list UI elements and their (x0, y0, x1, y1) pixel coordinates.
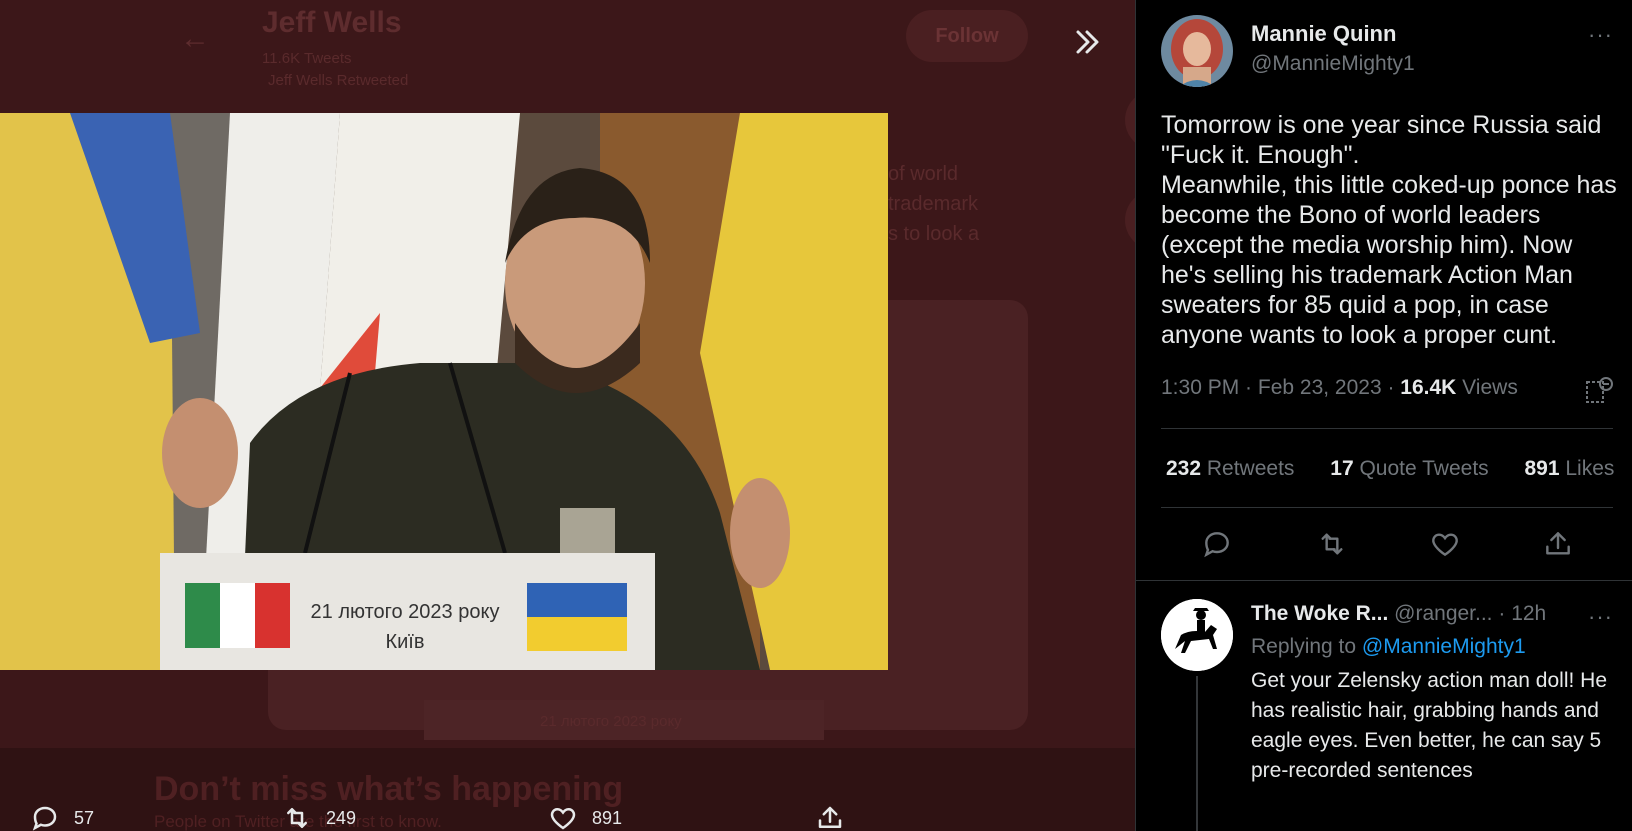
retweet-icon[interactable] (1316, 528, 1348, 560)
media-like-count: 891 (592, 807, 623, 828)
views-label: Views (1456, 376, 1518, 399)
replying-to-link[interactable]: @MannieMighty1 (1362, 635, 1526, 658)
replying-prefix: Replying to (1251, 635, 1362, 658)
podium-caption-line1: 21 лютого 2023 року (311, 601, 500, 623)
divider (1136, 580, 1632, 581)
retweets-count: 232 (1166, 457, 1202, 480)
thread-line (1196, 676, 1198, 831)
author-handle[interactable]: @ManniеMighty1 (1251, 52, 1415, 76)
back-arrow-icon: ← (180, 22, 210, 55)
background-profile-name: Jeff Wells (262, 6, 402, 39)
podium-caption-line2: Київ (385, 631, 424, 653)
replying-to: Replying to @MannieMighty1 (1251, 635, 1526, 659)
media-retweet-button[interactable]: 249 (282, 803, 356, 831)
media-retweet-count: 249 (326, 807, 357, 828)
tweet-timestamp[interactable]: 1:30 PM · Feb 23, 2023 · (1161, 376, 1400, 399)
background-avatar (1125, 190, 1135, 250)
horse-rider-silhouette (1161, 599, 1233, 671)
avatar[interactable] (1161, 15, 1233, 87)
reply-author-name[interactable]: The Woke R... (1251, 602, 1388, 625)
tweet-text: Tomorrow is one year since Russia said "… (1161, 111, 1617, 349)
reply-header: The Woke R... @ranger... · 12h (1251, 602, 1546, 626)
reply-avatar[interactable] (1161, 599, 1233, 671)
share-icon (818, 806, 842, 828)
reply-author-handle[interactable]: @ranger... (1388, 602, 1492, 625)
reply-text: Get your Zelensky action man doll! He ha… (1251, 669, 1607, 782)
media-reply-button[interactable]: 57 (30, 803, 94, 831)
background-follow-button: Follow (906, 10, 1028, 62)
reply-icon (32, 806, 57, 831)
heart-icon (550, 807, 576, 830)
media-share-button[interactable] (815, 803, 845, 831)
retweets-stat[interactable]: 232 Retweets (1166, 457, 1294, 480)
quote-tweets-stat[interactable]: 17 Quote Tweets (1330, 457, 1488, 480)
media-reply-count: 57 (74, 807, 95, 828)
more-options-icon[interactable]: ··· (1588, 22, 1613, 48)
retweets-label: Retweets (1201, 457, 1295, 480)
tweet-meta: 1:30 PM · Feb 23, 2023 · 16.4K Views (1161, 376, 1518, 400)
collapse-panel-icon[interactable] (1072, 26, 1104, 58)
background-tweet-count: 11.6K Tweets (262, 50, 352, 67)
analytics-icon[interactable] (1584, 376, 1614, 406)
share-icon[interactable] (1542, 528, 1574, 560)
more-options-icon[interactable]: ··· (1588, 604, 1613, 630)
quote-tweets-label: Quote Tweets (1353, 457, 1489, 480)
reply-icon[interactable] (1201, 528, 1233, 560)
author-name[interactable]: Mannie Quinn (1251, 21, 1396, 47)
views-count: 16.4K (1400, 376, 1457, 399)
divider (1161, 507, 1613, 508)
engagement-stats: 232 Retweets 17 Quote Tweets 891 Likes (1166, 457, 1632, 481)
background-snippet: of world (888, 163, 959, 185)
media-like-button[interactable]: 891 (548, 803, 622, 831)
quote-tweets-count: 17 (1330, 457, 1354, 480)
avatar-photo (1161, 15, 1233, 87)
background-card-caption: 21 лютого 2023 року (540, 713, 682, 730)
reply-separator: · (1492, 602, 1512, 625)
tweet-media-image[interactable]: 21 лютого 2023 року Київ (0, 113, 888, 670)
divider (1161, 428, 1613, 429)
background-snippet: s to look a (888, 223, 980, 245)
tweet-detail-panel: Mannie Quinn @ManniеMighty1 ··· Tomorrow… (1135, 0, 1632, 831)
heart-icon[interactable] (1429, 528, 1461, 560)
likes-label: Likes (1559, 457, 1615, 480)
background-retweeted-label: Jeff Wells Retweeted (268, 72, 409, 89)
likes-count: 891 (1524, 457, 1560, 480)
background-avatar (1125, 90, 1135, 150)
retweet-icon (287, 808, 307, 828)
reply-timestamp[interactable]: 12h (1511, 602, 1546, 625)
background-snippet: trademark (888, 193, 979, 215)
press-conference-photo: 21 лютого 2023 року Київ (0, 113, 888, 670)
likes-stat[interactable]: 891 Likes (1525, 457, 1615, 480)
